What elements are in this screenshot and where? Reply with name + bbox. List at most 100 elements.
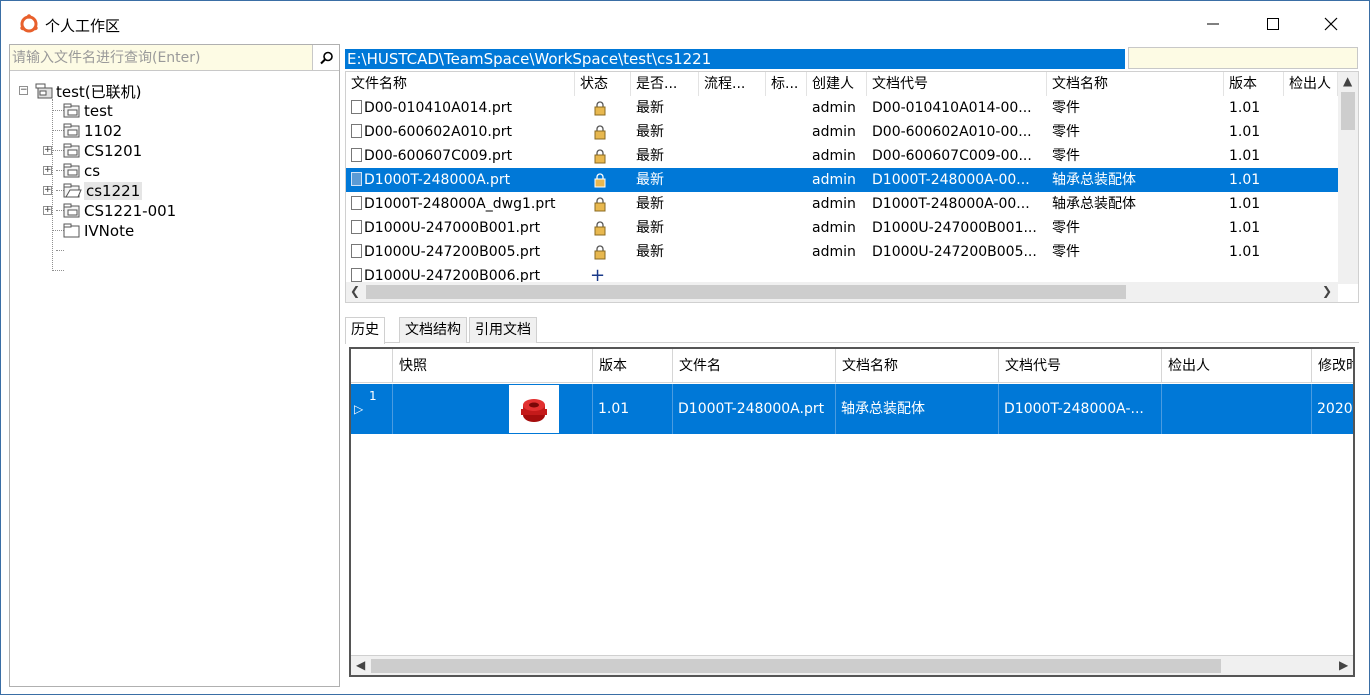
- tree-node-label: cs1221: [84, 182, 143, 200]
- table-row[interactable]: D00-010410A014.prt 最新 admin D00-010410A0…: [346, 96, 1338, 120]
- doc-name: 零件: [1052, 100, 1080, 116]
- folder-icon: [63, 203, 80, 218]
- history-grid: 快照 版本 文件名 文档名称 文档代号 检出人 修改时 ▷ 1: [349, 347, 1355, 677]
- table-row[interactable]: D1000T-248000A_dwg1.prt 最新 admin D1000T-…: [346, 192, 1338, 216]
- file-icon: [351, 124, 362, 138]
- path-bar[interactable]: E:\HUSTCAD\TeamSpace\WorkSpace\test\cs12…: [345, 49, 1125, 69]
- column-header[interactable]: 修改时: [1312, 349, 1353, 383]
- column-header[interactable]: 版本: [1224, 72, 1284, 96]
- column-header[interactable]: 检出人: [1162, 349, 1312, 383]
- latest-status: 最新: [636, 244, 664, 260]
- doc-code: D00-600602A010-00...: [872, 124, 1032, 140]
- folder-icon: [63, 123, 80, 138]
- column-header[interactable]: 状态: [575, 72, 631, 96]
- maximize-button[interactable]: [1243, 1, 1303, 47]
- column-header[interactable]: 文件名: [673, 349, 836, 383]
- lock-icon: [594, 245, 606, 260]
- scroll-left-icon[interactable]: ◀: [356, 658, 365, 672]
- tree-expand-toggle[interactable]: +: [43, 146, 52, 155]
- scroll-thumb[interactable]: [1341, 92, 1355, 130]
- table-row[interactable]: D1000U-247000B001.prt 最新 admin D1000U-24…: [346, 216, 1338, 240]
- file-name: D1000U-247000B001.prt: [364, 220, 541, 236]
- column-header[interactable]: 流程...: [699, 72, 766, 96]
- search-icon: [319, 51, 333, 64]
- tree-node-root[interactable]: test(已联机): [34, 81, 142, 101]
- file-list-horizontal-scrollbar[interactable]: ❮ ❯: [346, 282, 1338, 302]
- latest-status: 最新: [636, 124, 664, 140]
- path-extra-field[interactable]: [1128, 47, 1358, 69]
- lock-icon: [594, 173, 606, 188]
- part-thumbnail: [509, 385, 559, 433]
- history-row-selected[interactable]: ▷ 1 1.01 D1000T-248000A.prt 轴承总装配体 D1000…: [351, 384, 1353, 434]
- tree-node-cs1221[interactable]: cs1221: [62, 181, 143, 201]
- search-input[interactable]: [10, 45, 312, 70]
- folder-icon: [63, 103, 80, 118]
- column-header[interactable]: 检出人: [1284, 72, 1338, 96]
- file-name: D1000T-248000A_dwg1.prt: [364, 196, 556, 212]
- scroll-thumb[interactable]: [371, 659, 1221, 673]
- doc-name: 轴承总装配体: [836, 384, 999, 434]
- file-name: D1000T-248000A.prt: [673, 384, 836, 434]
- scroll-up-icon[interactable]: ▲: [1343, 74, 1352, 88]
- tab-doc-structure[interactable]: 文档结构: [399, 317, 467, 343]
- history-horizontal-scrollbar[interactable]: ◀ ▶: [351, 655, 1353, 675]
- table-row[interactable]: D1000U-247200B006.prt +: [346, 264, 1338, 284]
- search-box: [10, 45, 312, 71]
- tab-history[interactable]: 历史: [345, 317, 385, 344]
- tree-expand-toggle[interactable]: +: [43, 186, 52, 195]
- tree-node-1102[interactable]: 1102: [62, 121, 122, 141]
- column-header[interactable]: 文件名称: [346, 72, 575, 96]
- doc-name: 零件: [1052, 124, 1080, 140]
- scroll-right-icon[interactable]: ❯: [1322, 284, 1332, 298]
- column-header[interactable]: 文档名称: [1047, 72, 1224, 96]
- open-folder-icon: [63, 183, 82, 198]
- modified-time: 2020,: [1312, 384, 1353, 434]
- minimize-button[interactable]: [1183, 1, 1243, 47]
- doc-code: D1000T-248000A-00...: [872, 196, 1030, 212]
- scroll-left-icon[interactable]: ❮: [350, 284, 360, 298]
- tree-node-test[interactable]: test: [62, 101, 113, 121]
- column-header[interactable]: 文档名称: [836, 349, 999, 383]
- table-row[interactable]: D1000U-247200B005.prt 最新 admin D1000U-24…: [346, 240, 1338, 264]
- tree-node-label: cs: [84, 162, 101, 180]
- folder-icon: [63, 223, 80, 238]
- column-header[interactable]: 版本: [593, 349, 673, 383]
- column-header[interactable]: 快照: [393, 349, 593, 383]
- lock-icon: [594, 197, 606, 212]
- tree-collapse-toggle[interactable]: −: [19, 86, 28, 95]
- column-header[interactable]: 创建人: [807, 72, 867, 96]
- table-row[interactable]: D00-600607C009.prt 最新 admin D00-600607C0…: [346, 144, 1338, 168]
- tree-node-cs1221-001[interactable]: CS1221-001: [62, 201, 176, 221]
- tab-referenced-docs[interactable]: 引用文档: [469, 317, 537, 343]
- column-header[interactable]: 文档代号: [999, 349, 1162, 383]
- file-icon: [351, 172, 362, 186]
- column-header[interactable]: 是否...: [631, 72, 699, 96]
- folder-icon: [63, 163, 80, 178]
- doc-name: 零件: [1052, 220, 1080, 236]
- tree-node-cs1201[interactable]: CS1201: [62, 141, 142, 161]
- snapshot-cell: [393, 384, 593, 434]
- column-header[interactable]: 标...: [766, 72, 807, 96]
- maximize-icon: [1267, 18, 1279, 30]
- tree-node-ivnote[interactable]: IVNote: [62, 221, 134, 241]
- detail-tabs: 历史 文档结构 引用文档: [345, 317, 1359, 344]
- file-name: D00-600607C009.prt: [364, 148, 513, 164]
- table-row[interactable]: D00-600602A010.prt 最新 admin D00-600602A0…: [346, 120, 1338, 144]
- tree-node-cs[interactable]: cs: [62, 161, 100, 181]
- search-button[interactable]: [312, 45, 339, 71]
- row-pointer-icon: ▷: [354, 402, 364, 416]
- doc-code: D00-010410A014-00...: [872, 100, 1032, 116]
- column-header[interactable]: 文档代号: [867, 72, 1047, 96]
- file-icon: [351, 244, 362, 258]
- row-header-corner: [351, 349, 393, 383]
- scroll-right-icon[interactable]: ▶: [1339, 658, 1348, 672]
- file-icon: [351, 220, 362, 234]
- tree-expand-toggle[interactable]: +: [43, 166, 52, 175]
- table-row-selected[interactable]: D1000T-248000A.prt 最新 admin D1000T-24800…: [346, 168, 1338, 192]
- creator: admin: [812, 100, 856, 116]
- tree-expand-toggle[interactable]: +: [43, 206, 52, 215]
- creator: admin: [812, 172, 856, 188]
- file-list-vertical-scrollbar[interactable]: ▲: [1338, 72, 1358, 284]
- scroll-thumb[interactable]: [366, 285, 1126, 299]
- close-button[interactable]: [1301, 1, 1361, 47]
